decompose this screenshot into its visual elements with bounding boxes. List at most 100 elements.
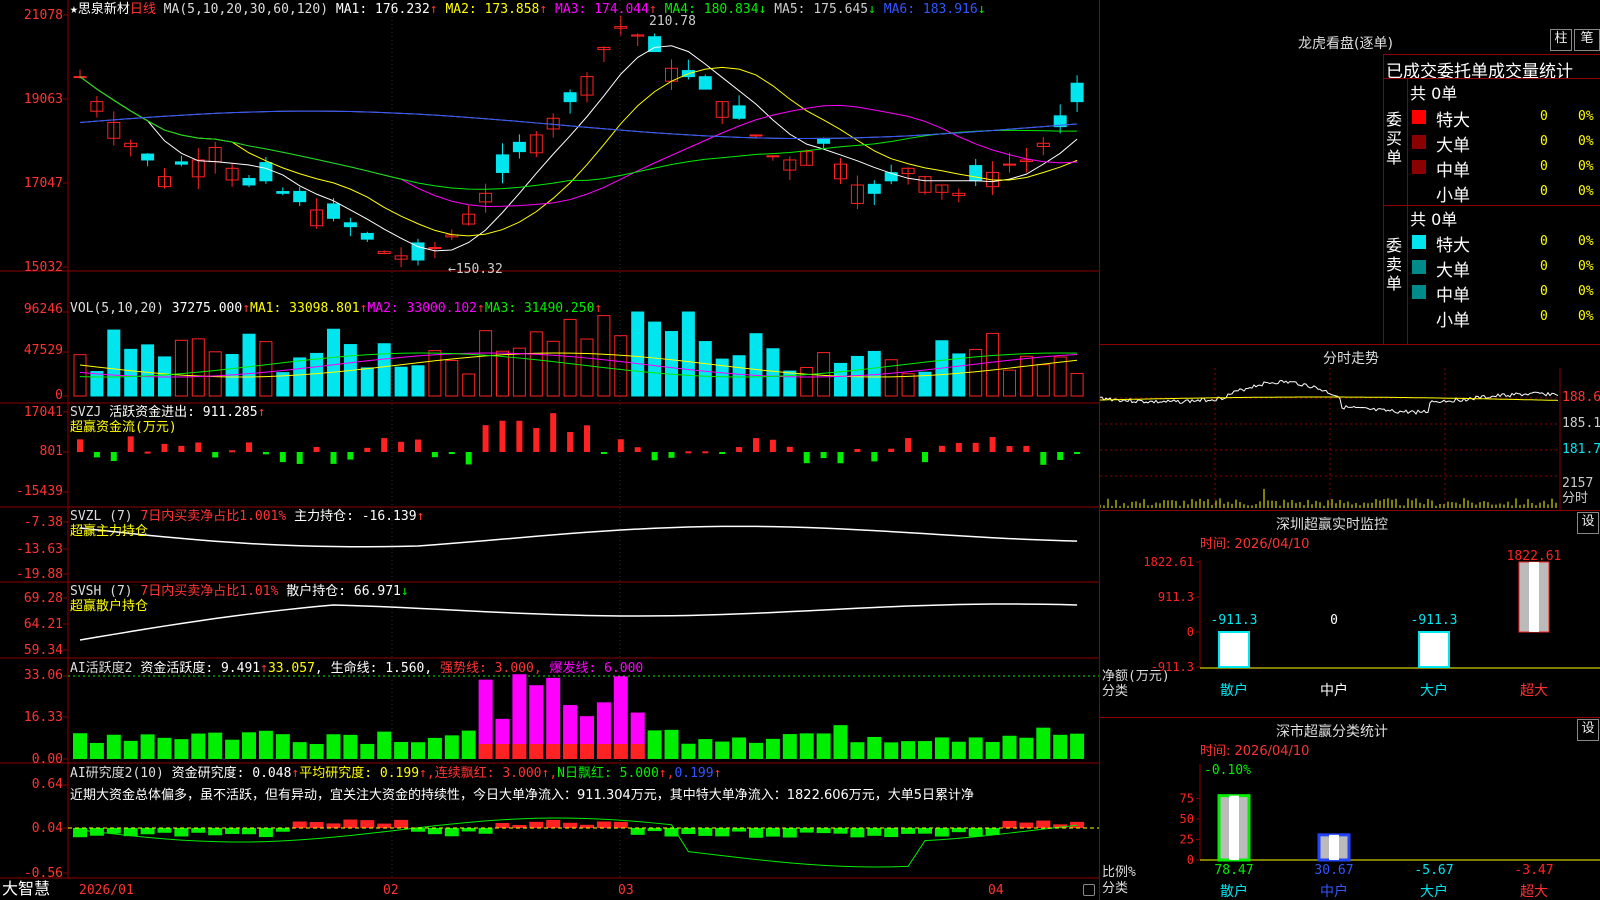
activity-bar	[816, 733, 831, 759]
svzl-ytick: -7.38	[23, 515, 63, 530]
activity-bar	[1019, 737, 1034, 759]
bar-mode-button[interactable]: 柱	[1550, 29, 1572, 51]
sz-monitor-title: 深圳超赢实时监控	[1276, 517, 1388, 533]
fund-flow-bar	[1040, 452, 1047, 465]
activity-base-bar	[596, 744, 611, 759]
order-size-label: 大单	[1436, 136, 1470, 156]
research-bar	[782, 828, 797, 838]
period-label[interactable]: 日线	[130, 2, 156, 17]
kline-ytick: 15032	[23, 260, 63, 275]
divider	[1100, 717, 1600, 718]
research-bar	[343, 819, 358, 828]
sz-class-settings-button[interactable]: 设	[1577, 719, 1599, 741]
svzl-title: SVZL (7)	[70, 509, 133, 524]
kline-ytick: 19063	[23, 92, 63, 107]
lock-icon[interactable]	[1083, 884, 1095, 896]
monitor-bar-label: 0	[1330, 613, 1338, 628]
research-bar	[529, 821, 544, 828]
order-count: 0	[1540, 259, 1548, 274]
stock-name[interactable]: ★思泉新材	[70, 2, 130, 17]
research-bar	[309, 822, 324, 828]
activity-bar	[901, 741, 916, 759]
sz-monitor-chart[interactable]: 1822.61911.30-911.3-911.3散户0中户-911.3大户18…	[1100, 550, 1600, 715]
fund-flow-bar	[888, 448, 895, 452]
sell-orders-label: 委卖单	[1386, 236, 1403, 293]
monitor-bar-highlight	[1529, 562, 1539, 632]
research-bar	[427, 828, 442, 835]
volume-bar	[191, 338, 205, 397]
vol-value: 37275.000	[171, 301, 243, 316]
volume-bar	[208, 351, 222, 397]
svsh-ytick: 69.28	[23, 591, 63, 606]
monitor-category-label: 中户	[1320, 682, 1348, 699]
ma-params: MA(5,10,20,30,60,120)	[163, 2, 329, 17]
candle-body	[411, 242, 425, 261]
activity-bar	[461, 730, 476, 759]
minute-title: 分时走势	[1323, 351, 1379, 367]
research-bar	[732, 828, 747, 832]
ma6-value: MA6: 183.916	[883, 2, 978, 17]
research-bar	[715, 828, 730, 837]
kline-header: ★思泉新材日线 MA(5,10,20,30,60,120) MA1: 176.2…	[70, 2, 986, 17]
volume-bar	[1003, 369, 1016, 397]
activity-bar	[73, 733, 87, 759]
monitor-category-label: 超大	[1520, 683, 1548, 699]
volume-bar	[394, 366, 408, 397]
brand-logo[interactable]: 大智慧	[2, 880, 50, 898]
research-bar	[630, 828, 645, 835]
volume-bar	[529, 331, 543, 397]
svzj-subtitle: 超赢资金流(万元)	[70, 420, 177, 435]
monitor-bar-label: 1822.61	[1507, 550, 1562, 564]
dragon-title: 龙虎看盘(逐单)	[1298, 36, 1393, 52]
candle-body	[884, 172, 898, 182]
monitor-bar-label: -911.3	[1211, 613, 1258, 628]
candle-body	[867, 183, 881, 194]
class-category-label: 大户	[1420, 883, 1448, 900]
class-category-label: 超大	[1520, 884, 1548, 900]
order-size-label: 中单	[1436, 286, 1470, 306]
volume-bar	[580, 338, 594, 397]
order-count: 0	[1540, 134, 1548, 149]
class-category-label: 散户	[1220, 883, 1248, 900]
fund-flow-bar	[972, 442, 979, 452]
fund-flow-bar	[769, 439, 776, 452]
activity-bar	[343, 734, 358, 759]
research-bar	[867, 828, 882, 836]
candle-body	[563, 92, 577, 103]
research-bar	[478, 828, 493, 834]
sz-class-chart[interactable]: 75 50 25 0 -0.10% 78.47 散户 30.67 中户 -5.67 大户 -3.47 超…	[1100, 758, 1600, 900]
monitor-bar-label: -911.3	[1411, 613, 1458, 628]
fund-flow-bar	[584, 425, 590, 452]
ma6-arrow: ↓	[977, 2, 986, 17]
order-count: 0	[1540, 109, 1548, 124]
volume-bar	[1070, 373, 1084, 397]
research-bar	[596, 821, 611, 828]
activity-base-bar	[495, 744, 510, 759]
sz-monitor-settings-button[interactable]: 设	[1577, 512, 1599, 534]
minute-chart[interactable]	[1100, 368, 1600, 510]
fund-flow-bar	[871, 452, 878, 462]
fund-flow-bar	[279, 452, 286, 463]
fund-flow-bar	[127, 436, 134, 452]
volume-bar	[732, 355, 746, 397]
candle-body	[428, 246, 442, 249]
vol-ma2: MA2: 33000.102	[367, 301, 478, 316]
activity-bar	[89, 742, 104, 759]
fund-flow-bar	[398, 441, 405, 452]
activity-base-bar	[512, 744, 527, 759]
minute-price-mid: 185.1	[1562, 416, 1600, 431]
activity-bar	[732, 737, 747, 759]
activity-bar	[258, 730, 273, 759]
volume-bar	[174, 339, 188, 397]
tick-mode-button[interactable]: 笔	[1574, 29, 1600, 51]
research-bar	[191, 828, 206, 833]
fund-flow-bar	[786, 446, 793, 452]
order-count: 0	[1540, 309, 1548, 324]
research-bar	[816, 828, 831, 834]
main-chart-canvas[interactable]	[0, 0, 1100, 900]
ma1-value: MA1: 176.232	[335, 2, 430, 17]
ma-line	[79, 110, 1078, 140]
activity-bar	[647, 730, 662, 759]
fund-flow-bar	[753, 438, 759, 452]
class-axis-label: 比例%	[1102, 865, 1136, 880]
